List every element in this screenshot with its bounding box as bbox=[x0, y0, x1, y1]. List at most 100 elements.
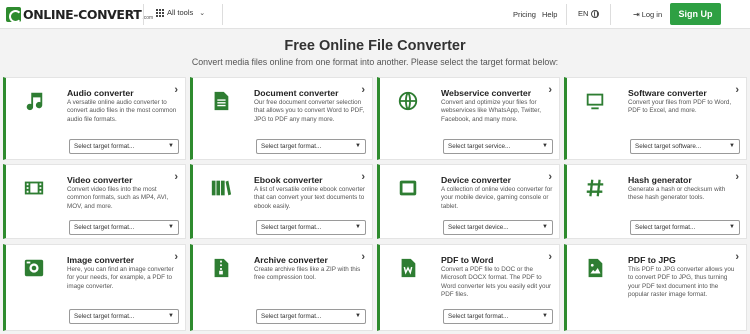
select-label: Select target format... bbox=[261, 313, 322, 320]
select-label: Select target format... bbox=[448, 313, 509, 320]
card-title: Hash generator bbox=[628, 175, 692, 185]
chevron-right-icon: › bbox=[361, 251, 365, 263]
card-title: Ebook converter bbox=[254, 175, 323, 185]
divider bbox=[610, 4, 611, 25]
page-title: Free Online File Converter bbox=[284, 38, 466, 54]
chevron-down-icon: ▼ bbox=[355, 143, 361, 149]
card-image-converter[interactable]: Image converter › Here, you can find an … bbox=[3, 244, 186, 331]
card-title: PDF to Word bbox=[441, 255, 494, 265]
help-link[interactable]: Help bbox=[542, 10, 557, 19]
word-file-icon bbox=[397, 257, 419, 279]
login-link[interactable]: ⇥ Log in bbox=[633, 10, 662, 19]
all-tools-label: All tools bbox=[167, 8, 194, 17]
chevron-down-icon: ▼ bbox=[542, 224, 548, 230]
select-label: Select target format... bbox=[261, 143, 322, 150]
select-label: Select target format... bbox=[74, 224, 135, 231]
card-document-converter[interactable]: Document converter › Our free document c… bbox=[190, 77, 373, 160]
chevron-right-icon: › bbox=[548, 251, 552, 263]
card-description: Convert your files from PDF to Word, PDF… bbox=[628, 99, 732, 115]
card-pdf-to-jpg[interactable]: PDF to JPG › This PDF to JPG converter a… bbox=[564, 244, 747, 331]
chevron-down-icon: ▼ bbox=[355, 313, 361, 319]
card-description: A collection of online video converter f… bbox=[441, 186, 553, 210]
select-label: Select target software... bbox=[635, 143, 702, 150]
chevron-down-icon: ▼ bbox=[729, 143, 735, 149]
card-title: Device converter bbox=[441, 175, 512, 185]
card-video-converter[interactable]: Video converter › Convert video files in… bbox=[3, 164, 186, 239]
card-description: Convert a PDF file to DOC or the Microso… bbox=[441, 266, 552, 298]
chevron-right-icon: › bbox=[174, 84, 178, 96]
grid-icon bbox=[156, 9, 164, 17]
music-note-icon bbox=[23, 90, 45, 112]
target-format-select[interactable]: Select target format... ▼ bbox=[69, 220, 179, 235]
page-subtitle: Convert media files online from one form… bbox=[191, 57, 559, 67]
card-description: A list of versatile online ebook convert… bbox=[254, 186, 365, 210]
card-description: Generate a hash or checksum with these h… bbox=[628, 186, 726, 202]
select-label: Select target format... bbox=[261, 224, 322, 231]
divider bbox=[566, 4, 567, 25]
divider bbox=[222, 4, 223, 25]
card-hash-generator[interactable]: Hash generator › Generate a hash or chec… bbox=[564, 164, 747, 239]
card-title: Audio converter bbox=[67, 88, 134, 98]
chevron-right-icon: › bbox=[548, 171, 552, 183]
card-webservice-converter[interactable]: Webservice converter › Convert and optim… bbox=[377, 77, 560, 160]
hash-icon bbox=[584, 177, 606, 199]
target-device-select[interactable]: Select target device... ▼ bbox=[443, 220, 553, 235]
chevron-right-icon: › bbox=[735, 171, 739, 183]
chevron-down-icon: ▼ bbox=[168, 313, 174, 319]
select-label: Select target service... bbox=[448, 143, 511, 150]
card-title: Image converter bbox=[67, 255, 135, 265]
chevron-right-icon: › bbox=[735, 84, 739, 96]
target-software-select[interactable]: Select target software... ▼ bbox=[630, 139, 740, 154]
card-title: Webservice converter bbox=[441, 88, 532, 98]
target-format-select[interactable]: Select target format... ▼ bbox=[256, 139, 366, 154]
site-logo[interactable]: ONLINE-CONVERT .com bbox=[6, 6, 153, 23]
language-label: EN bbox=[578, 9, 589, 18]
logo-text: ONLINE-CONVERT bbox=[23, 7, 142, 22]
chevron-right-icon: › bbox=[735, 251, 739, 263]
pricing-link[interactable]: Pricing bbox=[513, 10, 536, 19]
image-file-icon bbox=[584, 257, 606, 279]
select-label: Select target format... bbox=[74, 143, 135, 150]
card-description: Our free document converter selection th… bbox=[254, 99, 365, 123]
select-label: Select target format... bbox=[635, 224, 696, 231]
film-icon bbox=[23, 177, 45, 199]
chevron-down-icon: ▼ bbox=[542, 143, 548, 149]
target-format-select[interactable]: Select target format... ▼ bbox=[256, 309, 366, 324]
card-description: Here, you can find an image converter fo… bbox=[67, 266, 174, 290]
card-software-converter[interactable]: Software converter › Convert your files … bbox=[564, 77, 747, 160]
chevron-right-icon: › bbox=[361, 171, 365, 183]
books-icon bbox=[210, 177, 232, 199]
all-tools-menu[interactable]: All tools ⌄ bbox=[156, 8, 205, 17]
archive-icon bbox=[210, 257, 232, 279]
target-format-select[interactable]: Select target format... ▼ bbox=[69, 309, 179, 324]
tablet-icon bbox=[397, 177, 419, 199]
target-format-select[interactable]: Select target format... ▼ bbox=[443, 309, 553, 324]
document-icon bbox=[210, 90, 232, 112]
card-description: This PDF to JPG converter allows you to … bbox=[628, 266, 735, 298]
language-selector[interactable]: EN bbox=[578, 9, 600, 18]
image-icon bbox=[23, 257, 45, 279]
card-pdf-to-word[interactable]: PDF to Word › Convert a PDF file to DOC … bbox=[377, 244, 560, 331]
signup-button[interactable]: Sign Up bbox=[670, 3, 721, 25]
target-format-select[interactable]: Select target format... ▼ bbox=[256, 220, 366, 235]
target-format-select[interactable]: Select target format... ▼ bbox=[69, 139, 179, 154]
card-description: A versatile online audio converter to co… bbox=[67, 99, 177, 123]
select-label: Select target format... bbox=[74, 313, 135, 320]
card-title: PDF to JPG bbox=[628, 255, 676, 265]
chevron-right-icon: › bbox=[174, 251, 178, 263]
card-title: Video converter bbox=[67, 175, 133, 185]
chevron-down-icon: ▼ bbox=[542, 313, 548, 319]
target-format-select[interactable]: Select target format... ▼ bbox=[630, 220, 740, 235]
target-service-select[interactable]: Select target service... ▼ bbox=[443, 139, 553, 154]
chevron-right-icon: › bbox=[174, 171, 178, 183]
card-device-converter[interactable]: Device converter › A collection of onlin… bbox=[377, 164, 560, 239]
chevron-down-icon: ⌄ bbox=[199, 9, 206, 17]
card-audio-converter[interactable]: Audio converter › A versatile online aud… bbox=[3, 77, 186, 160]
chevron-down-icon: ▼ bbox=[729, 224, 735, 230]
card-ebook-converter[interactable]: Ebook converter › A list of versatile on… bbox=[190, 164, 373, 239]
card-description: Create archive files like a ZIP with thi… bbox=[254, 266, 361, 282]
card-description: Convert video files into the most common… bbox=[67, 186, 169, 210]
chevron-right-icon: › bbox=[361, 84, 365, 96]
card-archive-converter[interactable]: Archive converter › Create archive files… bbox=[190, 244, 373, 331]
chevron-down-icon: ▼ bbox=[168, 224, 174, 230]
